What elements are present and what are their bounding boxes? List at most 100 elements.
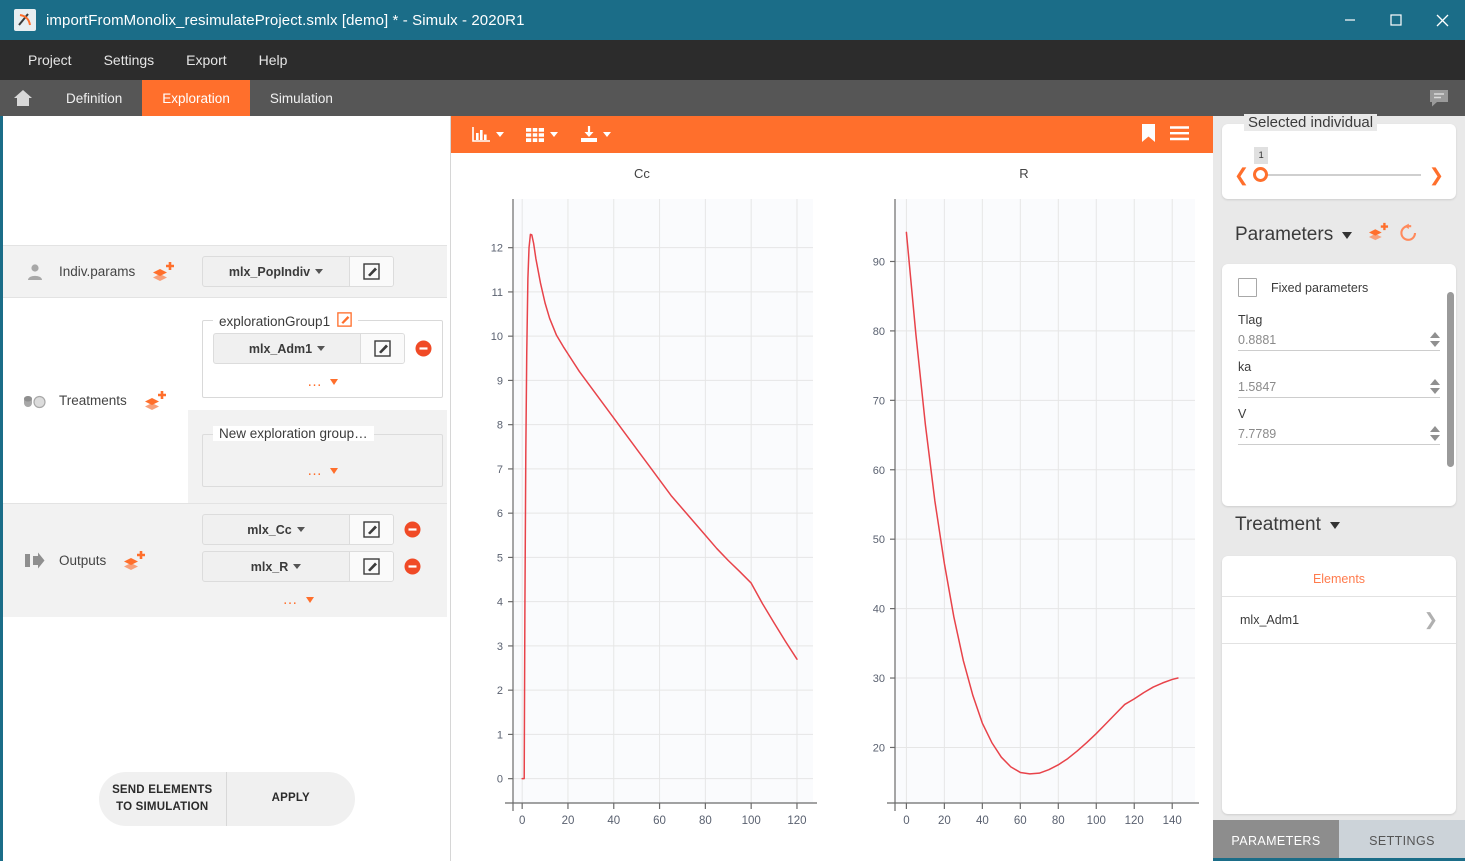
- element-mlx-adm1[interactable]: mlx_Adm1: [213, 333, 405, 364]
- edit-pencil-icon[interactable]: [349, 552, 393, 581]
- add-layers-icon[interactable]: [1367, 222, 1390, 248]
- remove-circle-icon[interactable]: [404, 521, 421, 538]
- edit-pencil-icon[interactable]: [337, 312, 352, 330]
- param-value[interactable]: 1.5847: [1238, 380, 1430, 394]
- tab-simulation[interactable]: Simulation: [250, 80, 353, 116]
- stepper-down-icon[interactable]: [1430, 341, 1440, 347]
- maximize-icon[interactable]: [1373, 0, 1419, 40]
- slider-thumb[interactable]: [1253, 167, 1268, 182]
- hamburger-menu-icon[interactable]: [1170, 126, 1189, 144]
- home-icon[interactable]: [0, 80, 46, 116]
- apply-button[interactable]: APPLY: [226, 772, 355, 826]
- param-input-row[interactable]: 7.7789: [1238, 426, 1440, 445]
- close-icon[interactable]: [1419, 0, 1465, 40]
- fixed-parameters-checkbox[interactable]: [1238, 278, 1257, 297]
- edit-pencil-icon[interactable]: [349, 515, 393, 544]
- menu-item-export[interactable]: Export: [170, 40, 242, 80]
- param-stepper[interactable]: [1430, 426, 1440, 441]
- param-name: V: [1238, 407, 1440, 421]
- chevron-down-icon[interactable]: [317, 346, 325, 351]
- param-input-row[interactable]: 0.8881: [1238, 332, 1440, 351]
- chevron-left-icon[interactable]: ❮: [1234, 166, 1249, 184]
- add-layers-icon[interactable]: [151, 261, 176, 283]
- chevron-down-icon[interactable]: [550, 132, 558, 137]
- reset-arrow-icon[interactable]: [1399, 223, 1418, 248]
- add-layers-icon[interactable]: [122, 550, 147, 572]
- chevron-down-icon[interactable]: [297, 527, 305, 532]
- individual-slider[interactable]: ❮ 1 ❯: [1222, 166, 1456, 184]
- outputs-more-button[interactable]: …: [202, 592, 394, 607]
- chevron-down-icon[interactable]: [330, 379, 338, 385]
- treatment-element-mlx-adm1[interactable]: mlx_Adm1 ❯: [1222, 597, 1456, 644]
- param-stepper[interactable]: [1430, 379, 1440, 394]
- add-layers-icon[interactable]: [143, 390, 168, 412]
- parameters-scrollbar[interactable]: [1447, 292, 1454, 467]
- stepper-up-icon[interactable]: [1430, 332, 1440, 338]
- group-2-more-button[interactable]: …: [213, 463, 432, 478]
- param-name: Tlag: [1238, 313, 1440, 327]
- chevron-down-icon[interactable]: [603, 132, 611, 137]
- new-exploration-group[interactable]: New exploration group… …: [202, 434, 443, 487]
- menu-item-project[interactable]: Project: [12, 40, 88, 80]
- exploration-group-1-legend: explorationGroup1: [213, 312, 358, 330]
- grid-layout-button[interactable]: [517, 121, 567, 149]
- chevron-down-icon[interactable]: [1342, 232, 1352, 239]
- svg-text:2: 2: [497, 685, 503, 697]
- param-input-row[interactable]: 1.5847: [1238, 379, 1440, 398]
- chevron-right-icon[interactable]: ❯: [1429, 166, 1444, 184]
- menu-item-settings[interactable]: Settings: [88, 40, 171, 80]
- more-dots: …: [283, 592, 300, 607]
- action-pill: SEND ELEMENTS TO SIMULATION APPLY: [99, 772, 355, 826]
- chat-bubble-icon[interactable]: [1413, 80, 1465, 116]
- bookmark-icon[interactable]: [1141, 124, 1156, 146]
- stepper-up-icon[interactable]: [1430, 426, 1440, 432]
- stepper-down-icon[interactable]: [1430, 435, 1440, 441]
- edit-pencil-icon[interactable]: [349, 257, 393, 286]
- element-mlx-r[interactable]: mlx_R: [202, 551, 394, 582]
- svg-text:60: 60: [653, 815, 666, 827]
- selected-individual-title: Selected individual: [1244, 114, 1377, 131]
- menu-item-help[interactable]: Help: [243, 40, 304, 80]
- stepper-up-icon[interactable]: [1430, 379, 1440, 385]
- svg-text:40: 40: [976, 815, 989, 827]
- export-button[interactable]: [571, 121, 620, 149]
- tab-definition[interactable]: Definition: [46, 80, 142, 116]
- svg-text:120: 120: [1125, 815, 1144, 827]
- remove-circle-icon[interactable]: [415, 340, 432, 357]
- fixed-parameters-row[interactable]: Fixed parameters: [1238, 278, 1440, 297]
- slider-track[interactable]: 1: [1257, 174, 1421, 176]
- chevron-down-icon[interactable]: [496, 132, 504, 137]
- selected-individual-card: Selected individual ❮ 1 ❯: [1222, 124, 1456, 199]
- chart-type-button[interactable]: [463, 121, 513, 149]
- chevron-down-icon[interactable]: [330, 468, 338, 474]
- section-outputs: Outputs mlx_Cc: [3, 503, 447, 617]
- section-indiv-params-label: Indiv.params: [3, 246, 188, 297]
- svg-text:6: 6: [497, 508, 503, 520]
- send-elements-to-simulation-button[interactable]: SEND ELEMENTS TO SIMULATION: [99, 772, 227, 826]
- group-1-more-button[interactable]: …: [213, 374, 432, 389]
- chevron-right-icon[interactable]: ❯: [1424, 610, 1438, 630]
- section-treatments: Treatments explorationGroup1: [3, 297, 447, 503]
- more-dots: …: [307, 374, 324, 389]
- tab-settings[interactable]: SETTINGS: [1339, 820, 1465, 861]
- tab-parameters[interactable]: PARAMETERS: [1213, 820, 1339, 861]
- param-value[interactable]: 0.8881: [1238, 333, 1430, 347]
- param-value[interactable]: 7.7789: [1238, 427, 1430, 441]
- svg-text:7: 7: [497, 464, 503, 476]
- remove-circle-icon[interactable]: [404, 558, 421, 575]
- param-stepper[interactable]: [1430, 332, 1440, 347]
- chevron-down-icon[interactable]: [1330, 522, 1340, 529]
- tab-exploration[interactable]: Exploration: [142, 80, 250, 116]
- stepper-down-icon[interactable]: [1430, 388, 1440, 394]
- plot-r-canvas[interactable]: 2030405060708090020406080100120140: [833, 181, 1215, 861]
- edit-pencil-icon[interactable]: [360, 334, 404, 363]
- element-mlx-cc[interactable]: mlx_Cc: [202, 514, 394, 545]
- title-bar: importFromMonolix_resimulateProject.smlx…: [0, 0, 1465, 40]
- chevron-down-icon[interactable]: [306, 597, 314, 603]
- plot-cc-title: Cc: [451, 153, 833, 181]
- chevron-down-icon[interactable]: [293, 564, 301, 569]
- plot-cc-canvas[interactable]: 0123456789101112020406080100120: [451, 181, 833, 861]
- chevron-down-icon[interactable]: [315, 269, 323, 274]
- minimize-icon[interactable]: [1327, 0, 1373, 40]
- element-mlx-popindiv[interactable]: mlx_PopIndiv: [202, 256, 394, 287]
